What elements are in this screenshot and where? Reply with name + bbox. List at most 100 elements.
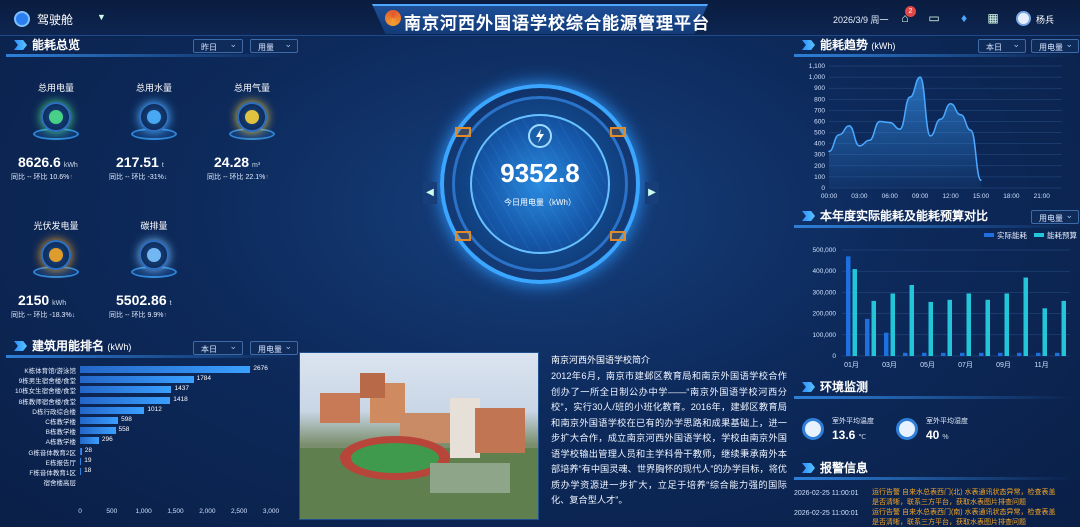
dial-corner-ornament [610, 231, 626, 241]
overview-type-select[interactable]: 用量 [250, 39, 298, 53]
trend-point [980, 179, 982, 182]
ranking-bar[interactable] [80, 457, 82, 465]
budget-bar[interactable] [890, 293, 896, 356]
legend-label: 实际能耗 [997, 230, 1027, 240]
trend-y-tick: 300 [814, 152, 825, 159]
budget-bar[interactable] [1061, 300, 1067, 356]
actual-bar[interactable] [941, 352, 946, 356]
trend-y-tick: 1,000 [809, 74, 826, 81]
username[interactable]: 杨兵 [1036, 13, 1054, 26]
ranking-x-tick: 3,000 [262, 508, 280, 515]
message-icon[interactable]: ▭ [927, 11, 941, 25]
ranking-category-label: 宿舍楼高层 [43, 480, 77, 488]
trend-x-tick: 12:00 [942, 193, 959, 200]
budget-bar[interactable] [947, 299, 953, 356]
ranking-bar[interactable] [80, 437, 99, 445]
energy-overview-title: 能耗总览 [6, 36, 286, 54]
budget-bar[interactable] [966, 293, 972, 356]
trend-arrow-icon: ↓ [71, 312, 76, 319]
ranking-bar[interactable] [80, 417, 119, 424]
humidity-icon [896, 418, 918, 440]
actual-bar[interactable] [865, 318, 870, 356]
solar-flame-icon [41, 240, 71, 270]
brand-label[interactable]: 驾驶舱 [37, 11, 73, 28]
trend-arrow-icon: ↑ [69, 174, 73, 181]
apps-grid-icon[interactable]: ▦ [986, 11, 1000, 25]
trend-y-tick: 700 [814, 107, 825, 114]
ranking-x-tick: 1,500 [167, 508, 184, 515]
trend-unit: (kWh) [871, 41, 896, 51]
actual-bar[interactable] [979, 352, 984, 356]
actual-bar[interactable] [846, 256, 851, 356]
section-underline [6, 355, 296, 358]
budget-bar[interactable] [852, 269, 858, 356]
ranking-type-select[interactable]: 用电量 [250, 341, 298, 355]
actual-bar[interactable] [998, 352, 1003, 356]
ranking-x-tick: 500 [106, 508, 118, 515]
brand-caret-icon[interactable]: ▼ [97, 12, 106, 22]
actual-bar[interactable] [903, 352, 908, 356]
overview-period-select[interactable]: 昨日 [193, 39, 243, 53]
kpi-unit: kWh [52, 300, 67, 307]
trend-x-tick: 18:00 [1003, 193, 1020, 200]
school-intro-text: 2012年6月，南京市建邺区教育局和南京外国语学校合作创办了一所全日制公办中学—… [551, 371, 787, 505]
actual-bar[interactable] [1036, 352, 1041, 356]
ranking-period-select[interactable]: 本日 [193, 341, 243, 355]
kpi-compare-text: 同比 -- 环比 22.1% [207, 174, 266, 181]
ranking-bar[interactable] [80, 447, 82, 455]
budget-bar[interactable] [871, 300, 877, 356]
ranking-bar[interactable] [80, 366, 251, 373]
ranking-bar-value: 18 [84, 467, 92, 474]
trend-x-tick: 06:00 [882, 193, 899, 200]
alarm-message[interactable]: 运行告警 自来水总表西门(北) 水表通讯状态异常，检查表盖是否清晰，联系三方平台… [872, 488, 1062, 508]
ranking-bar[interactable] [80, 396, 171, 404]
next-arrow-button[interactable]: ▶ [645, 182, 659, 204]
ranking-bar[interactable] [80, 376, 194, 384]
ranking-category-label: E栋报告厅 [45, 459, 76, 467]
actual-bar[interactable] [884, 332, 889, 356]
kpi-label: 光伏发电量 [33, 221, 79, 231]
ranking-bar[interactable] [80, 406, 145, 414]
temp-label: 室外平均温度 [832, 418, 874, 425]
actual-bar[interactable] [1017, 352, 1022, 356]
theme-shirt-icon[interactable]: ♦ [957, 11, 971, 25]
kpi-compare-text: 同比 -- 环比 -31% [109, 174, 164, 181]
budget-bar[interactable] [1004, 293, 1010, 356]
trend-type-select[interactable]: 用电量 [1031, 39, 1079, 53]
trend-y-tick: 900 [814, 85, 825, 92]
kpi-value: 217.51 t [116, 154, 164, 170]
ranking-category-label: G栋音体教育2区 [28, 449, 76, 457]
actual-bar[interactable] [1055, 352, 1060, 356]
budget-bar[interactable] [909, 284, 915, 356]
ranking-category-label: B栋教学楼 [45, 429, 76, 437]
actual-bar[interactable] [922, 352, 927, 356]
budget-type-select[interactable]: 用电量 [1031, 210, 1079, 224]
budget-bar[interactable] [928, 301, 934, 356]
ranking-bar[interactable] [80, 386, 172, 394]
legend-swatch [1034, 233, 1044, 237]
kpi-unit: t [161, 162, 164, 169]
trend-x-tick: 00:00 [821, 193, 838, 200]
legend-swatch [984, 233, 994, 237]
kpi-unit: t [169, 300, 172, 307]
avatar[interactable] [1016, 11, 1031, 26]
ranking-category-label: 8栋教师宿舍楼/食堂 [18, 398, 76, 406]
ranking-category-label: 10栋女生宿舍楼/食堂 [14, 388, 76, 396]
budget-bar[interactable] [985, 299, 991, 356]
prev-arrow-button[interactable]: ◀ [423, 182, 437, 204]
humidity-label: 室外平均湿度 [926, 418, 968, 425]
trend-period-select[interactable]: 本日 [978, 39, 1026, 53]
ranking-bar-value: 28 [84, 446, 93, 454]
section-underline [794, 477, 1074, 480]
budget-bar[interactable] [1042, 308, 1048, 356]
ranking-bar[interactable] [80, 427, 116, 435]
alarm-message[interactable]: 运行告警 自来水总表西门(南) 水表通讯状态异常，检查表盖是否清晰，联系三方平台… [872, 508, 1062, 527]
trend-point [878, 120, 881, 123]
budget-y-tick: 0 [832, 353, 836, 360]
ranking-bar[interactable] [80, 468, 82, 475]
env-title: 环境监测 [794, 378, 1074, 396]
trend-arrow-icon: ↓ [163, 174, 168, 181]
budget-bar[interactable] [1023, 277, 1029, 356]
actual-bar[interactable] [960, 352, 965, 356]
budget-x-tick: 11月 [1034, 361, 1048, 369]
